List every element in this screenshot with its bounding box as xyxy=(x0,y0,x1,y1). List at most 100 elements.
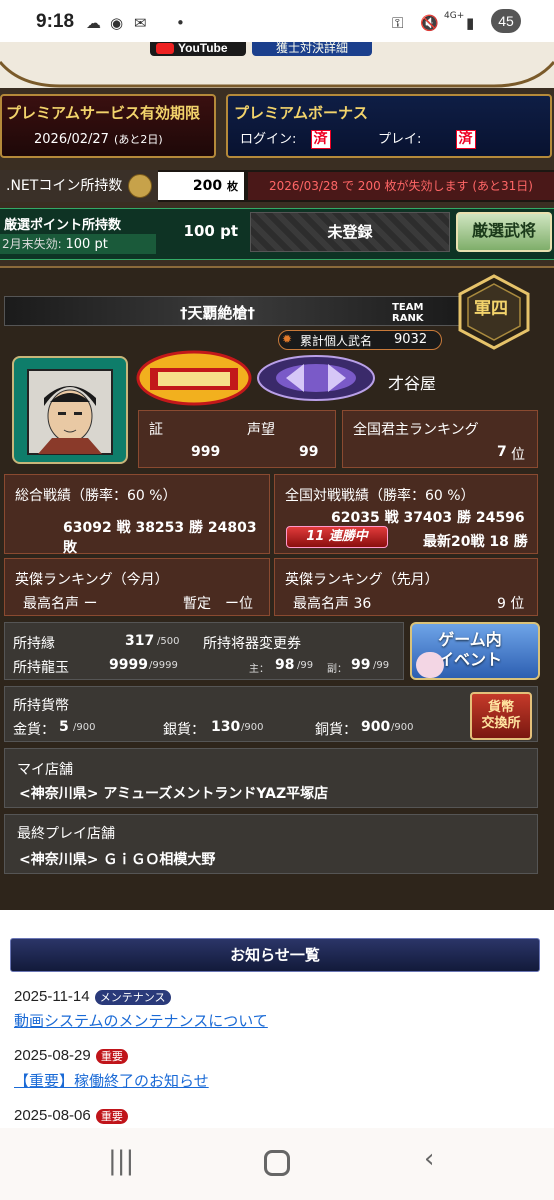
sangokushi-taisen-logo xyxy=(136,350,252,406)
premium-bonus-box: プレミアムボーナス ログイン: 済 プレイ: 済 xyxy=(226,94,552,158)
battery-indicator: 45 xyxy=(491,9,521,33)
news-item-1: 2025-11-14 メンテナンス xyxy=(14,986,171,1005)
back-icon[interactable]: ‹ xyxy=(424,1144,434,1174)
news-link[interactable]: 動画システムのメンテナンスについて xyxy=(14,1010,268,1031)
news-tag: 重要 xyxy=(95,1049,128,1064)
copper-value: 900 xyxy=(361,719,391,735)
shinjo-logo-image xyxy=(257,355,375,401)
eiketsu-prev-rank: 9 位 xyxy=(497,596,525,612)
event-button-label: ゲーム内 イベント xyxy=(438,630,503,669)
news-tag: メンテナンス xyxy=(94,990,171,1005)
eiketsu-prev-label: 英傑ランキング（先月） xyxy=(285,572,439,588)
frame-ornament xyxy=(0,61,554,88)
coin-icon xyxy=(128,174,152,198)
my-store-label: マイ店舗 xyxy=(17,762,73,778)
news-date: 2025-08-06 xyxy=(14,1107,91,1124)
points-value: 100 pt xyxy=(183,222,238,240)
gold-label: 金貨： xyxy=(13,722,55,738)
sougo-values: 63092 戦 38253 勝 24803 敗 xyxy=(63,520,257,556)
news-item-2: 2025-08-29 重要 xyxy=(14,1045,128,1064)
shoki-label: 所持将器変更券 xyxy=(203,636,301,652)
play-label: プレイ: xyxy=(378,132,422,147)
avatar[interactable] xyxy=(12,356,128,464)
holdings-box: 所持縁 317 /500 所持龍玉 9999 /9999 所持将器変更券 主： … xyxy=(4,622,404,680)
seibou-value: 99 xyxy=(299,444,319,460)
news-link[interactable]: 【重要】稼働終了のお知らせ xyxy=(14,1070,209,1091)
shu-max: /99 xyxy=(297,660,314,671)
bonus-play: プレイ: 済 xyxy=(378,128,476,149)
seibou-label: 声望 xyxy=(247,422,275,438)
kunshu-ranking-box: 全国君主ランキング 7 位 xyxy=(342,410,538,468)
home-icon[interactable] xyxy=(264,1150,290,1176)
recent20-record: 最新20戦 18 勝 xyxy=(423,534,528,550)
heimei-value: 9032 xyxy=(394,332,428,347)
currency-box: 所持貨幣 金貨： 5 /900 銀貨： 130 /900 銅貨： 900 /90… xyxy=(4,686,538,742)
store-name: 才谷屋 xyxy=(388,374,437,393)
my-store-box: マイ店舗 <神奈川県> アミューズメントランドYAZ平塚店 xyxy=(4,748,538,808)
kunshu-label: 全国君主ランキング xyxy=(353,422,479,438)
shu-label: 主： xyxy=(249,664,269,675)
eiketsu-current-box: 英傑ランキング（今月） 最高名声 ー 暫定 ー位 xyxy=(4,558,270,616)
coin-expire-notice: 2026/03/28 で 200 枚が失効します (あと31日) xyxy=(248,172,554,200)
ryugyoku-max: /9999 xyxy=(149,660,178,671)
news-title: お知らせ一覧 xyxy=(10,938,540,972)
eiketsu-current-meisei: 最高名声 ー xyxy=(23,596,98,612)
points-expire: 2月末失効: 100 pt xyxy=(0,234,156,254)
recent-apps-icon[interactable]: ||| xyxy=(108,1146,134,1176)
team-rank-label: TEAM RANK xyxy=(392,302,424,324)
fuku-value: 99 xyxy=(351,657,371,673)
win-streak-badge: 11 連勝中 xyxy=(286,526,388,548)
coin-unit: 枚 xyxy=(227,180,238,193)
youtube-label: YouTube xyxy=(178,41,228,55)
news-item-3: 2025-08-06 重要 xyxy=(14,1105,128,1124)
youtube-link[interactable]: YouTube xyxy=(150,41,246,56)
last-store-value: <神奈川県> ＧｉＧＯ相模大野 xyxy=(19,852,216,868)
flame-icon: ✹ xyxy=(282,332,293,346)
game-logo-image xyxy=(136,350,252,406)
points-expire-label: 2月末失効: xyxy=(2,237,62,251)
ingame-event-button[interactable]: ゲーム内 イベント xyxy=(410,622,540,680)
status-time: 9:18 xyxy=(36,11,75,32)
gensen-busho-button[interactable]: 厳選武将 xyxy=(456,212,552,252)
shou-value: 999 xyxy=(191,444,221,460)
network-label: 4G+ xyxy=(444,11,465,21)
status-bar: 9:18 ☁ ◉ ✉ • ⚿ 🔇 4G+ ▮ 45 xyxy=(0,0,554,42)
youtube-detail-button[interactable]: 獲士対決詳細 xyxy=(252,42,372,56)
signal-icon: ▮ xyxy=(466,14,475,32)
points-label: 厳選ポイント所持数 xyxy=(4,218,122,233)
dot-icon: • xyxy=(176,14,185,32)
ryugyoku-value: 9999 xyxy=(109,657,148,673)
unregistered-slot: 未登録 xyxy=(250,212,450,252)
heimei-label: 累計個人武名 xyxy=(300,334,373,348)
kunshu-value: 7 xyxy=(497,444,507,460)
login-status: 済 xyxy=(310,130,331,149)
coin-value: 200 枚 xyxy=(158,172,244,200)
play-status: 済 xyxy=(455,130,476,149)
fuku-label: 副： xyxy=(327,664,347,675)
last-store-box: 最終プレイ店舗 <神奈川県> ＧｉＧＯ相模大野 xyxy=(4,814,538,874)
mute-icon: 🔇 xyxy=(420,14,439,32)
copper-max: /900 xyxy=(391,722,414,733)
kunshu-unit: 位 xyxy=(511,447,525,463)
currency-exchange-button[interactable]: 貨幣 交換所 xyxy=(470,692,532,740)
ryugyoku-label: 所持龍玉 xyxy=(13,660,69,676)
premium-title: プレミアムサービス有効期限 xyxy=(6,106,200,122)
gold-max: /900 xyxy=(73,722,96,733)
silver-label: 銀貨： xyxy=(163,722,205,738)
cloud-icon: ☁ xyxy=(86,14,101,32)
login-label: ログイン: xyxy=(240,132,297,147)
shou-label: 証 xyxy=(149,422,163,438)
sougo-label: 総合戦績（勝率：60 %） xyxy=(15,488,177,504)
event-character-icon xyxy=(416,652,444,678)
shu-value: 98 xyxy=(275,657,295,673)
en-max: /500 xyxy=(157,636,180,647)
gold-value: 5 xyxy=(59,719,69,735)
copper-label: 銅貨： xyxy=(315,722,357,738)
my-store-value: <神奈川県> アミューズメントランドYAZ平塚店 xyxy=(19,786,329,802)
youtube-icon xyxy=(156,43,174,54)
android-nav-bar: ||| ‹ xyxy=(0,1128,554,1200)
banner-frame xyxy=(0,58,554,88)
currency-label: 所持貨幣 xyxy=(13,698,69,714)
news-tag: 重要 xyxy=(95,1109,128,1124)
player-title: †天覇絶槍† xyxy=(180,304,256,322)
